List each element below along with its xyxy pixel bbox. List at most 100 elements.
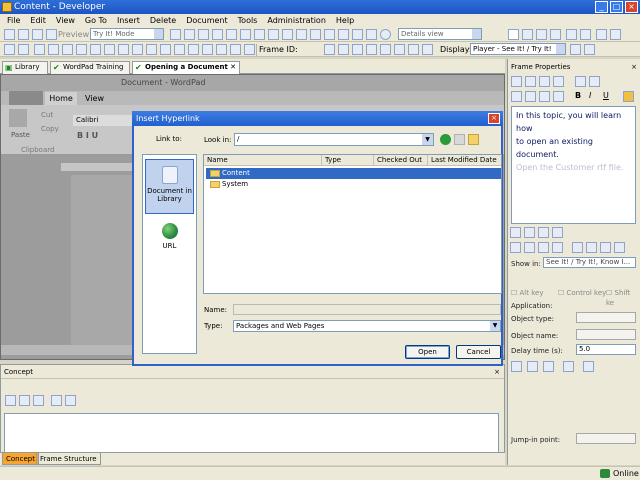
tab-opening-a-document[interactable]: ✔ Opening a Document ✕ [132, 61, 240, 74]
package-icon[interactable] [118, 44, 129, 55]
paste-icon[interactable] [198, 29, 209, 40]
list-item[interactable]: Content [206, 168, 501, 179]
menu-goto[interactable]: Go To [80, 14, 112, 27]
cut-icon[interactable] [170, 29, 181, 40]
frame-add-icon[interactable] [268, 29, 279, 40]
frame-zoom-icon[interactable] [408, 44, 419, 55]
bubble-opt9-icon[interactable] [572, 242, 583, 253]
display-opt2-icon[interactable] [584, 44, 595, 55]
menu-view[interactable]: View [51, 14, 80, 27]
delete-icon[interactable] [553, 76, 564, 87]
frame-opt3-icon[interactable] [543, 361, 554, 372]
back-icon[interactable] [440, 134, 451, 145]
display-select[interactable]: Player - See It! / Try It! [470, 43, 566, 55]
glossary-icon[interactable] [132, 44, 143, 55]
next-frame-icon[interactable] [352, 44, 363, 55]
record-icon[interactable] [4, 44, 15, 55]
first-frame-icon[interactable] [324, 44, 335, 55]
preview-icon[interactable] [46, 29, 57, 40]
control-key-checkbox[interactable]: ☐ Control key [558, 288, 606, 298]
display-opt1-icon[interactable] [570, 44, 581, 55]
place-url[interactable]: URL [145, 217, 194, 272]
tab-wordpad-training[interactable]: ✔ WordPad Training [50, 61, 130, 74]
cut-icon[interactable] [511, 76, 522, 87]
font-icon[interactable] [575, 76, 586, 87]
italic-icon[interactable]: I [589, 91, 591, 100]
undo-icon[interactable] [240, 29, 251, 40]
help-icon[interactable] [380, 29, 391, 40]
check-in-icon[interactable] [230, 44, 241, 55]
delay-time-field[interactable]: 5.0 [576, 344, 636, 355]
frame-opt4-icon[interactable] [563, 361, 574, 372]
unlink-icon[interactable] [188, 44, 199, 55]
last-frame-icon[interactable] [366, 44, 377, 55]
bubble-text-area[interactable]: In this topic, you will learn how to ope… [511, 106, 636, 224]
open-button[interactable]: Open [405, 345, 450, 359]
chevron-down-icon[interactable]: ▼ [422, 134, 433, 145]
bubble-opt10-icon[interactable] [586, 242, 597, 253]
close-panel-icon[interactable]: × [494, 365, 500, 379]
bubble-opt8-icon[interactable] [552, 242, 563, 253]
action-icon[interactable] [366, 29, 377, 40]
tab-concept[interactable]: Concept [2, 453, 39, 465]
frame-del-icon[interactable] [296, 29, 307, 40]
mode-select[interactable]: Try It! Mode [90, 28, 164, 40]
link-icon[interactable] [212, 29, 223, 40]
frame-opt1-icon[interactable] [511, 361, 522, 372]
layout4-icon[interactable] [550, 29, 561, 40]
frame-move-icon[interactable] [310, 29, 321, 40]
bubble-opt3-icon[interactable] [538, 227, 549, 238]
menu-delete[interactable]: Delete [145, 14, 181, 27]
recorder-icon[interactable] [18, 44, 29, 55]
dialog-close-button[interactable]: × [488, 113, 500, 124]
layout2-icon[interactable] [522, 29, 533, 40]
justify-icon[interactable] [553, 91, 564, 102]
bubble-opt5-icon[interactable] [510, 242, 521, 253]
column-last-modified[interactable]: Last Modified Date [428, 155, 501, 166]
frame-opt5-icon[interactable] [583, 361, 594, 372]
publish-icon[interactable] [34, 44, 45, 55]
layout8-icon[interactable] [610, 29, 621, 40]
copy-icon[interactable] [184, 29, 195, 40]
preview-button[interactable]: Preview [58, 29, 89, 40]
underline-icon[interactable]: U [603, 91, 609, 100]
concept-edit-icon[interactable] [51, 395, 62, 406]
bubble-opt12-icon[interactable] [614, 242, 625, 253]
save-icon[interactable] [18, 29, 29, 40]
paste-icon[interactable] [539, 76, 550, 87]
new-folder-icon[interactable] [468, 134, 479, 145]
attachment-icon[interactable] [160, 44, 171, 55]
layout1-icon[interactable] [508, 29, 519, 40]
properties-icon[interactable] [202, 44, 213, 55]
layout3-icon[interactable] [536, 29, 547, 40]
shift-key-checkbox[interactable]: ☐ Shift ke [606, 288, 640, 308]
column-checked-out-by[interactable]: Checked Out By [374, 155, 428, 175]
menu-edit[interactable]: Edit [25, 14, 51, 27]
menu-administration[interactable]: Administration [262, 14, 331, 27]
frame-dup-icon[interactable] [282, 29, 293, 40]
frame-opt2-icon[interactable] [527, 361, 538, 372]
bubble-opt4-icon[interactable] [552, 227, 563, 238]
spellcheck-icon[interactable] [623, 91, 634, 102]
link-concept-icon[interactable] [5, 395, 16, 406]
copy-icon[interactable] [525, 76, 536, 87]
section-icon[interactable] [76, 44, 87, 55]
insert-link-icon[interactable] [174, 44, 185, 55]
hotspot-icon[interactable] [352, 29, 363, 40]
delete-icon[interactable] [226, 29, 237, 40]
object-type-field[interactable] [576, 312, 636, 323]
close-tab-icon[interactable]: ✕ [230, 62, 236, 73]
web-page-icon[interactable] [104, 44, 115, 55]
redo-icon[interactable] [254, 29, 265, 40]
show-in-select[interactable]: See It! / Try It!, Know I... [543, 257, 636, 268]
close-button[interactable]: × [625, 1, 638, 13]
maximize-button[interactable]: □ [610, 1, 623, 13]
place-document-in-library[interactable]: Document in Library [145, 159, 194, 214]
minimize-button[interactable]: _ [595, 1, 608, 13]
role-icon[interactable] [146, 44, 157, 55]
align-left-icon[interactable] [511, 91, 522, 102]
list-item[interactable]: System [206, 179, 501, 190]
concept-open-icon[interactable] [65, 395, 76, 406]
prev-frame-icon[interactable] [338, 44, 349, 55]
type-select[interactable]: Packages and Web Pages ▼ [233, 320, 501, 332]
